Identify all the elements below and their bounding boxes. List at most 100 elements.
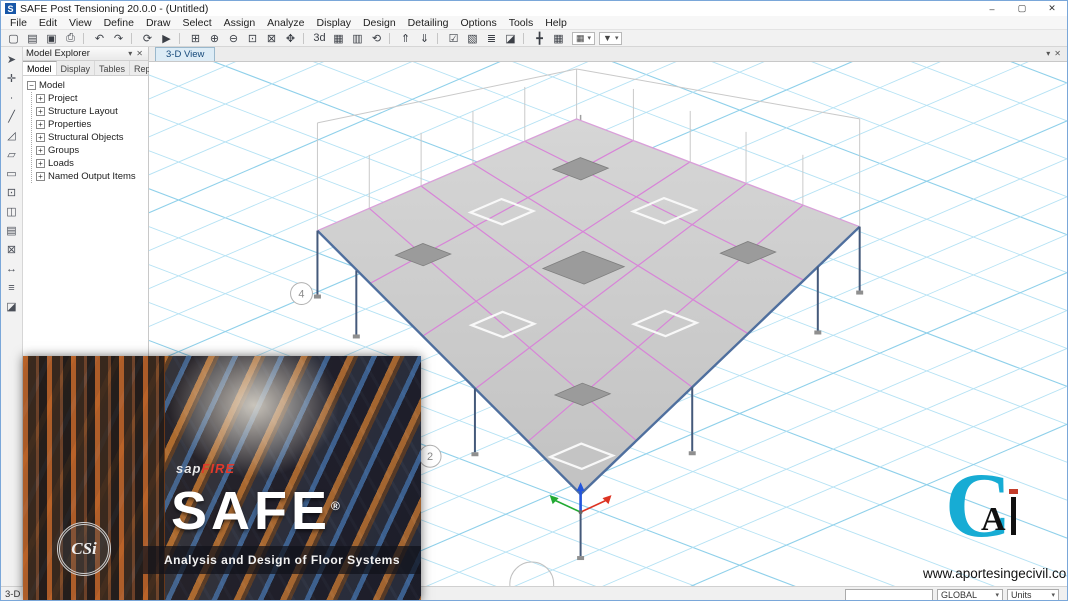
close-button[interactable]: ✕ — [1037, 1, 1067, 16]
tab-model[interactable]: Model — [23, 61, 57, 75]
undo-button[interactable]: ↶ — [90, 31, 109, 46]
draw-opening-button[interactable]: ⊠ — [3, 240, 21, 259]
view-3d-button[interactable]: 3d — [310, 31, 329, 46]
menu-item[interactable]: Design — [357, 16, 402, 30]
safe-splash-screen: sapFIRE SAFE® Analysis and Design of Flo… — [23, 356, 421, 601]
display-options-dropdown[interactable]: ▦ — [572, 32, 595, 45]
draw-wall-button[interactable]: ◫ — [3, 202, 21, 221]
draw-rect-area-button[interactable]: ▭ — [3, 164, 21, 183]
up-one-gridline-button[interactable]: ⇑ — [396, 31, 415, 46]
run-analysis-button[interactable]: ▶ — [157, 31, 176, 46]
draw-area-button[interactable]: ▱ — [3, 145, 21, 164]
title-bar: S SAFE Post Tensioning 20.0.0 - (Untitle… — [1, 1, 1067, 16]
separator — [523, 33, 527, 44]
tree-item[interactable]: Project — [36, 92, 146, 105]
open-file-button[interactable]: ▤ — [23, 31, 42, 46]
zoom-in-button[interactable]: ⊕ — [205, 31, 224, 46]
tab-display[interactable]: Display — [57, 61, 96, 75]
expand-icon[interactable] — [36, 146, 45, 155]
window-title: SAFE Post Tensioning 20.0.0 - (Untitled) — [20, 3, 977, 15]
snap-grid-button[interactable]: ▦ — [549, 31, 568, 46]
down-one-gridline-button[interactable]: ⇓ — [415, 31, 434, 46]
expand-icon[interactable] — [36, 120, 45, 129]
view-dock-caret-icon[interactable] — [1044, 49, 1052, 58]
collapse-icon[interactable] — [27, 81, 36, 90]
dock-close-icon[interactable] — [134, 49, 145, 58]
coordinates-display[interactable] — [845, 589, 933, 601]
refresh-window-button[interactable]: ⟳ — [138, 31, 157, 46]
object-shrink-button[interactable]: ▧ — [463, 31, 482, 46]
logo-i-bar — [1011, 497, 1016, 535]
menu-item[interactable]: File — [4, 16, 33, 30]
expand-icon[interactable] — [36, 172, 45, 181]
print-button[interactable]: ⎙ — [61, 31, 80, 46]
maximize-button[interactable]: ▢ — [1007, 1, 1037, 16]
tree-item[interactable]: Structural Objects — [36, 131, 146, 144]
menu-item[interactable]: View — [63, 16, 98, 30]
menu-item[interactable]: Display — [311, 16, 357, 30]
expand-icon[interactable] — [36, 133, 45, 142]
draw-point-button[interactable]: ∙ — [3, 88, 21, 107]
separator — [179, 33, 183, 44]
menu-item[interactable]: Draw — [140, 16, 177, 30]
menu-item[interactable]: Edit — [33, 16, 63, 30]
menu-item[interactable]: Options — [455, 16, 503, 30]
menu-item[interactable]: Select — [176, 16, 217, 30]
zoom-full-button[interactable]: ⊡ — [243, 31, 262, 46]
save-button[interactable]: ▣ — [42, 31, 61, 46]
menu-bar: FileEditViewDefineDrawSelectAssignAnalyz… — [1, 16, 1067, 30]
quick-draw-area-button[interactable]: ⊡ — [3, 183, 21, 202]
redo-button[interactable]: ↷ — [109, 31, 128, 46]
quick-draw-frame-button[interactable]: ◿ — [3, 126, 21, 145]
coordinate-system-dropdown[interactable]: GLOBAL — [937, 589, 1003, 601]
tree-root[interactable]: Model — [27, 79, 146, 92]
reshape-object-button[interactable]: ✛ — [3, 69, 21, 88]
draw-design-strip-button[interactable]: ▤ — [3, 221, 21, 240]
zoom-out-button[interactable]: ⊖ — [224, 31, 243, 46]
elevation-view-button[interactable]: ▥ — [348, 31, 367, 46]
tree-item[interactable]: Structure Layout — [36, 105, 146, 118]
menu-item[interactable]: Tools — [503, 16, 540, 30]
menu-item[interactable]: Analyze — [261, 16, 310, 30]
draw-dimension-button[interactable]: ↔ — [3, 259, 21, 278]
minimize-button[interactable]: – — [977, 1, 1007, 16]
set-display-options-button[interactable]: ☑ — [444, 31, 463, 46]
draw-tendon-button[interactable]: ≡ — [3, 278, 21, 297]
tab-tables[interactable]: Tables — [95, 61, 130, 75]
expand-icon[interactable] — [36, 94, 45, 103]
view-close-icon[interactable] — [1052, 49, 1063, 58]
rotate-view-button[interactable]: ⟲ — [367, 31, 386, 46]
section-cut-button[interactable]: ◪ — [501, 31, 520, 46]
model-explorer-titlebar: Model Explorer — [23, 47, 148, 61]
draw-frame-button[interactable]: ╱ — [3, 107, 21, 126]
menu-item[interactable]: Assign — [218, 16, 262, 30]
tree-item[interactable]: Groups — [36, 144, 146, 157]
previous-zoom-button[interactable]: ⊠ — [262, 31, 281, 46]
pan-button[interactable]: ✥ — [281, 31, 300, 46]
draw-section-cut-button[interactable]: ◪ — [3, 297, 21, 316]
app-icon: S — [5, 3, 16, 14]
rubber-band-zoom-button[interactable]: ⊞ — [186, 31, 205, 46]
dock-caret-icon[interactable] — [126, 49, 134, 58]
new-model-button[interactable]: ▢ — [4, 31, 23, 46]
tree-item[interactable]: Loads — [36, 157, 146, 170]
grid-bubble-partial — [510, 562, 554, 586]
menu-item[interactable]: Detailing — [402, 16, 455, 30]
units-dropdown[interactable]: Units — [1007, 589, 1059, 601]
select-pointer-button[interactable]: ➤ — [3, 50, 21, 69]
tree-item[interactable]: Named Output Items — [36, 170, 146, 183]
separator — [83, 33, 87, 44]
show-tables-button[interactable]: ≣ — [482, 31, 501, 46]
splash-tagline-band: Analysis and Design of Floor Systems — [143, 546, 421, 574]
separator — [389, 33, 393, 44]
plan-view-button[interactable]: ▦ — [329, 31, 348, 46]
expand-icon[interactable] — [36, 159, 45, 168]
tree-item[interactable]: Properties — [36, 118, 146, 131]
tab-3d-view[interactable]: 3-D View — [155, 47, 215, 61]
expand-icon[interactable] — [36, 107, 45, 116]
menu-item[interactable]: Help — [539, 16, 573, 30]
selection-filter-dropdown[interactable]: ▼ — [599, 32, 622, 45]
snap-points-button[interactable]: ╋ — [530, 31, 549, 46]
menu-item[interactable]: Define — [98, 16, 140, 30]
explorer-tabs: Model Display Tables Reports — [23, 61, 148, 76]
